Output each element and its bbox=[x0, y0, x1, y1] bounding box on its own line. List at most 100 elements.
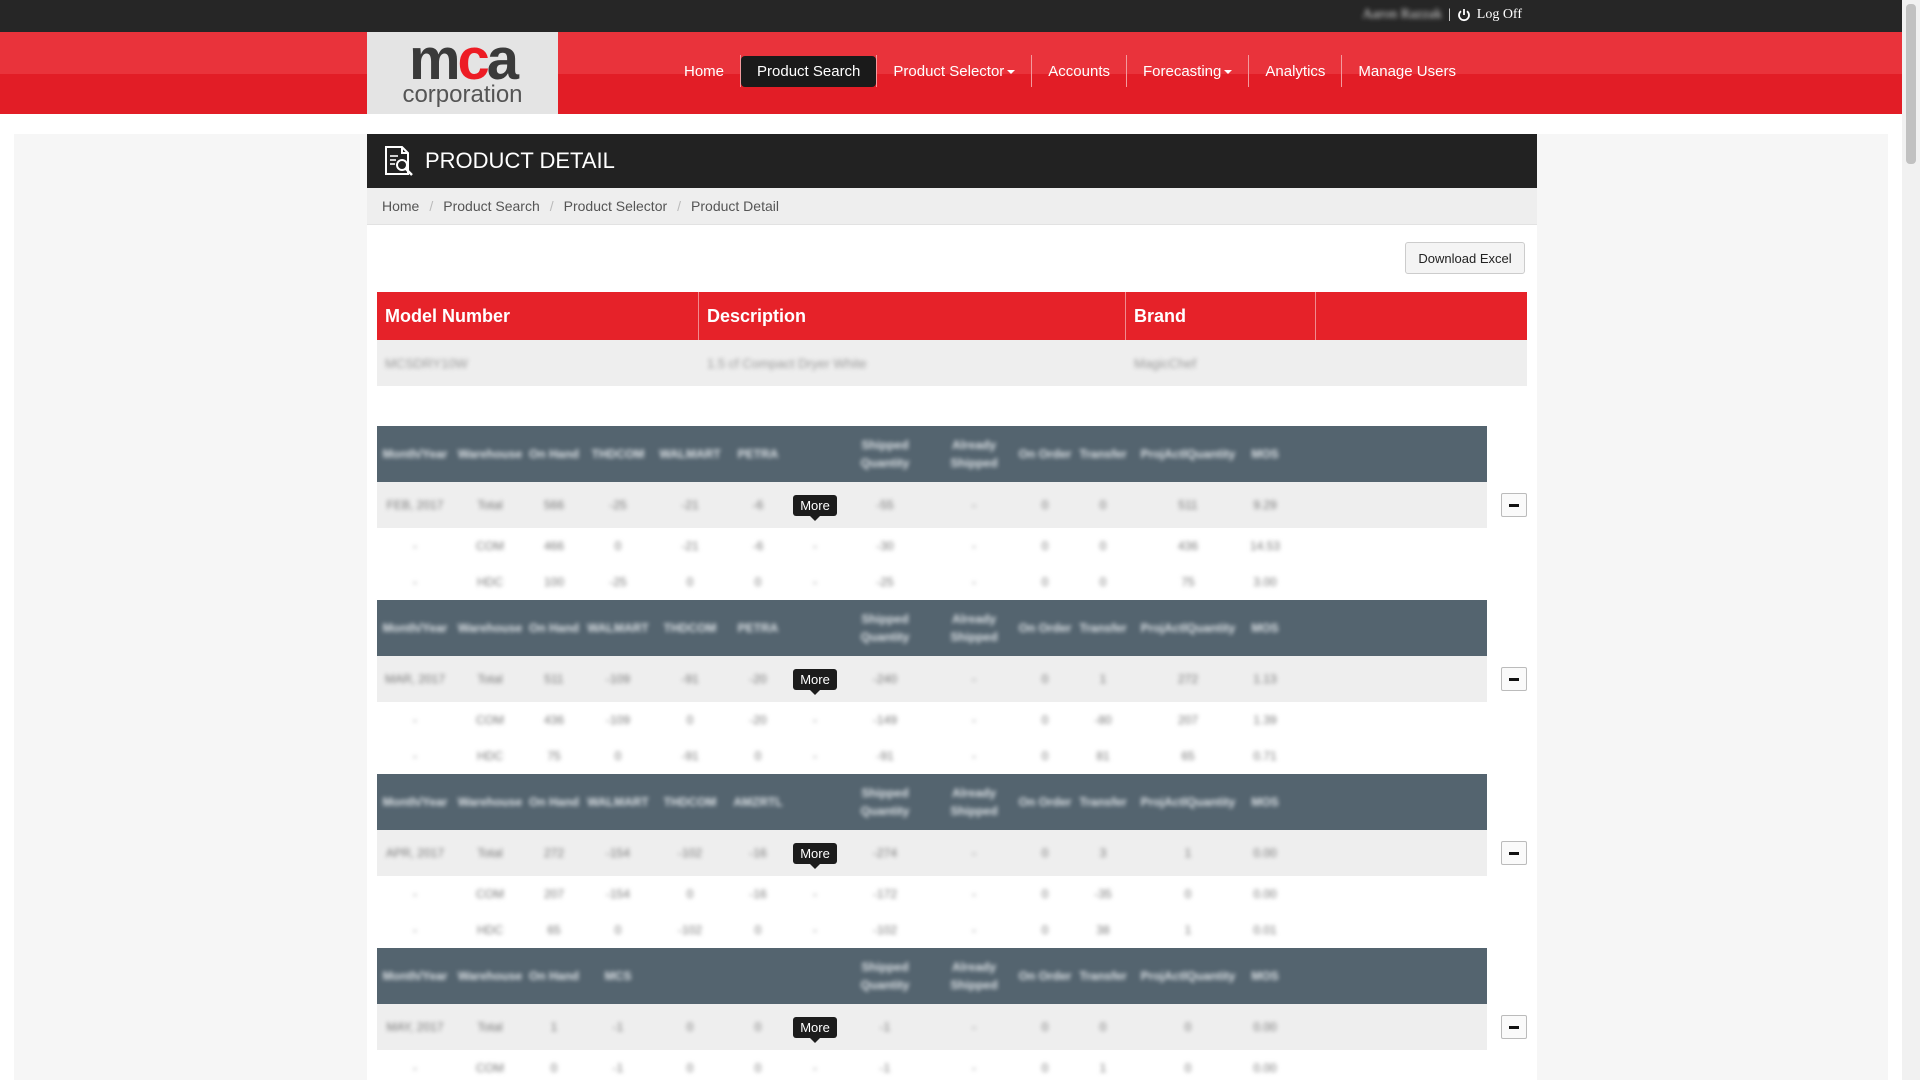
mca-logo[interactable]: mca corporation bbox=[367, 31, 558, 114]
warehouse-cell: 466 bbox=[543, 539, 565, 553]
month-header-cell: MCS bbox=[604, 969, 632, 983]
month-total-cell: MAR, 2017 bbox=[384, 672, 446, 686]
month-total-cell: -109 bbox=[605, 672, 631, 686]
warehouse-cell: 0 bbox=[1041, 575, 1049, 589]
warehouse-cell: HDC bbox=[477, 575, 503, 589]
warehouse-cell: - bbox=[813, 539, 817, 553]
warehouse-cell: -6 bbox=[752, 539, 764, 553]
minus-icon bbox=[1509, 677, 1519, 681]
month-block: Month/Year Warehouse On Hand WALMART THDCOM P… bbox=[377, 600, 1527, 774]
warehouse-cell: -154 bbox=[605, 887, 631, 901]
logoff-link[interactable]: Log Off bbox=[1477, 7, 1522, 23]
warehouse-cell: 0 bbox=[1041, 713, 1049, 727]
breadcrumb: Home / Product Search / Product Selector / Pro… bbox=[367, 188, 1537, 225]
month-header-cell: Transfer bbox=[1079, 969, 1127, 983]
month-header-cell bbox=[655, 948, 725, 1004]
collapse-button[interactable] bbox=[1501, 667, 1527, 691]
warehouse-cell: 0 bbox=[754, 575, 762, 589]
download-excel-button[interactable]: Download Excel bbox=[1405, 242, 1525, 274]
month-header-cell: Already Shipped bbox=[950, 438, 998, 470]
breadcrumb-item[interactable]: Home bbox=[382, 198, 419, 214]
warehouse-cell: - bbox=[972, 1061, 976, 1075]
warehouse-cell: 0 bbox=[550, 1061, 558, 1075]
month-block: Month/Year Warehouse On Hand MCS Shipped Qua… bbox=[377, 948, 1527, 1086]
month-total-row: APR, 2017 Total 272 -154 -102 -16 More -274 - 0 3 1… bbox=[377, 830, 1487, 876]
warehouse-cell: 0 bbox=[686, 887, 694, 901]
month-total-cell: 0.00 bbox=[1253, 846, 1277, 860]
product-header-cell: Description bbox=[699, 292, 1126, 340]
more-button[interactable]: More bbox=[793, 494, 837, 521]
document-search-icon bbox=[385, 146, 413, 176]
month-total-cell: -154 bbox=[605, 846, 631, 860]
warehouse-cell: -25 bbox=[609, 575, 627, 589]
nav-item-analytics[interactable]: Analytics bbox=[1249, 56, 1341, 87]
month-header-cell: On Hand bbox=[529, 621, 579, 635]
warehouse-cell: 0 bbox=[1041, 1061, 1049, 1075]
warehouse-cell: - bbox=[813, 923, 817, 937]
warehouse-cell: 436 bbox=[543, 713, 565, 727]
warehouse-cell: HDC bbox=[477, 749, 503, 763]
month-header-cell: Transfer bbox=[1079, 447, 1127, 461]
collapse-button[interactable] bbox=[1501, 841, 1527, 865]
month-table-header: Month/Year Warehouse On Hand THDCOM WALMART P… bbox=[377, 426, 1487, 482]
month-total-cell: 0 bbox=[754, 1020, 762, 1034]
month-header-cell: Shipped Quantity bbox=[860, 612, 910, 644]
warehouse-cell: - bbox=[813, 887, 817, 901]
product-cell: 1.5 cf Compact Dryer White bbox=[707, 355, 867, 371]
month-total-cell: More bbox=[791, 482, 839, 528]
warehouse-cell: 14.53 bbox=[1249, 539, 1281, 553]
warehouse-cell: 75 bbox=[1181, 575, 1195, 589]
warehouse-cell: - bbox=[413, 923, 417, 937]
month-header-cell: On Order bbox=[1018, 447, 1072, 461]
more-button[interactable]: More bbox=[793, 1016, 837, 1043]
month-total-cell: -20 bbox=[749, 672, 767, 686]
product-header-cell: Model Number bbox=[377, 292, 699, 340]
warehouse-cell: 0 bbox=[1041, 887, 1049, 901]
warehouse-row: - HDC 75 0 -91 0 - -91 - 0 81 65 0.71 bbox=[377, 738, 1487, 774]
warehouse-cell: -149 bbox=[872, 713, 898, 727]
nav-item-label: Manage Users bbox=[1358, 62, 1456, 80]
nav-item-manage-users[interactable]: Manage Users bbox=[1342, 56, 1472, 87]
nav-item-product-selector[interactable]: Product Selector bbox=[877, 56, 1031, 87]
warehouse-row: - COM 207 -154 0 -16 - -172 - 0 -35 0 0.00 bbox=[377, 876, 1487, 912]
username: Aaron Razzak bbox=[1362, 7, 1442, 22]
nav-item-forecasting[interactable]: Forecasting bbox=[1127, 56, 1248, 87]
breadcrumb-separator: / bbox=[677, 198, 682, 214]
month-header-cell: Warehouse bbox=[457, 447, 523, 461]
month-total-row: FEB, 2017 Total 566 -25 -21 -6 More -55 - 0 0 511 9.… bbox=[377, 482, 1487, 528]
warehouse-cell: 0.71 bbox=[1253, 749, 1277, 763]
breadcrumb-item[interactable]: Product Selector bbox=[564, 198, 668, 214]
month-total-cell: - bbox=[972, 1020, 976, 1034]
warehouse-cell: - bbox=[972, 539, 976, 553]
collapse-button[interactable] bbox=[1501, 1015, 1527, 1039]
breadcrumb-item[interactable]: Product Search bbox=[443, 198, 540, 214]
month-header-cell: THDCOM bbox=[591, 447, 645, 461]
month-header-cell: THDCOM bbox=[663, 795, 717, 809]
month-total-cell: 0 bbox=[1041, 672, 1049, 686]
user-area: Aaron Razzak | Log Off bbox=[1362, 7, 1522, 23]
nav-item-accounts[interactable]: Accounts bbox=[1032, 56, 1126, 87]
warehouse-cell: 0 bbox=[1099, 539, 1107, 553]
month-header-cell: On Order bbox=[1018, 795, 1072, 809]
nav-item-product-search[interactable]: Product Search bbox=[741, 55, 877, 87]
month-block: Month/Year Warehouse On Hand WALMART THDCOM A… bbox=[377, 774, 1527, 948]
more-button[interactable]: More bbox=[793, 842, 837, 869]
month-header-cell: On Hand bbox=[529, 447, 579, 461]
warehouse-cell: 75 bbox=[547, 749, 561, 763]
minus-icon bbox=[1509, 503, 1519, 507]
collapse-button[interactable] bbox=[1501, 493, 1527, 517]
vertical-scrollbar[interactable] bbox=[1902, 0, 1920, 1080]
nav-item-home[interactable]: Home bbox=[668, 56, 740, 87]
month-header-cell: ProjActlQuantity bbox=[1140, 621, 1236, 635]
month-total-cell: Total bbox=[477, 1020, 503, 1034]
month-header-cell: Month/Year bbox=[382, 969, 448, 983]
product-info-table: Model Number Description Brand MCSDRY10W 1.… bbox=[377, 292, 1527, 386]
user-separator: | bbox=[1447, 7, 1451, 22]
scrollbar-thumb[interactable] bbox=[1906, 4, 1916, 164]
power-icon[interactable] bbox=[1457, 8, 1471, 22]
month-header-cell: WALMART bbox=[587, 795, 649, 809]
month-total-cell: -1 bbox=[612, 1020, 624, 1034]
more-button[interactable]: More bbox=[793, 668, 837, 695]
warehouse-cell: 0 bbox=[754, 923, 762, 937]
month-total-cell: 1 bbox=[1099, 672, 1107, 686]
